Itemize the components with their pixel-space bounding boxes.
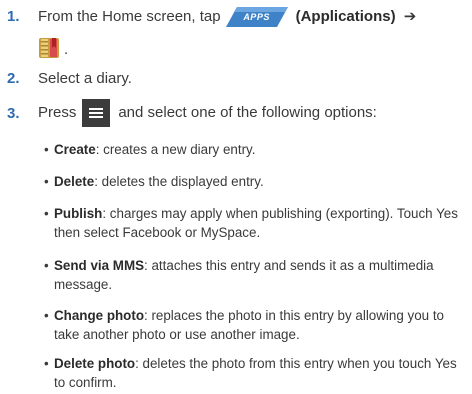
step-1: 1. From the Home screen, tap APPS (Appli…: [0, 4, 472, 58]
option-label: Delete photo: [54, 356, 136, 371]
applications-label: (Applications): [295, 7, 396, 25]
step-3-intro: Press: [38, 104, 77, 121]
bullet-glyph: •: [44, 142, 49, 157]
step-number: 2.: [7, 70, 20, 87]
bullet-glyph: •: [44, 206, 49, 221]
diary-app-icon: [38, 36, 62, 66]
option-description: : deletes the displayed entry.: [94, 174, 264, 189]
option-item: • Change photo: replaces the photo in th…: [44, 306, 464, 344]
bullet-glyph: •: [44, 174, 49, 189]
bullet-glyph: •: [44, 258, 49, 273]
option-item: • Delete photo: deletes the photo from t…: [44, 354, 464, 392]
arrow-glyph: ➔: [403, 7, 417, 25]
step-number: 1.: [7, 8, 20, 25]
option-description: : charges may apply when publishing (exp…: [54, 206, 458, 240]
step-1-intro: From the Home screen, tap: [38, 7, 221, 25]
step-2: 2. Select a diary.: [0, 66, 472, 90]
step-text: Select a diary.: [38, 70, 132, 87]
option-item: • Create: creates a new diary entry.: [44, 140, 464, 159]
step-text: From the Home screen, tap APPS (Applicat…: [38, 6, 416, 28]
option-label: Delete: [54, 174, 95, 189]
menu-key-icon: [82, 99, 111, 128]
option-item: • Delete: deletes the displayed entry.: [44, 172, 464, 191]
step-3-rest: and select one of the following options:: [118, 104, 377, 121]
step-3: 3. Press and select one of the following…: [0, 96, 472, 130]
step-text: Press and select one of the following op…: [38, 96, 377, 130]
option-label: Publish: [54, 206, 103, 221]
apps-button-label: APPS: [243, 12, 270, 22]
option-label: Create: [54, 142, 96, 157]
apps-button-icon: APPS: [225, 6, 289, 28]
bullet-glyph: •: [44, 308, 49, 323]
step-1-period: .: [64, 41, 69, 58]
option-label: Send via MMS: [54, 258, 145, 273]
option-item: • Send via MMS: attaches this entry and …: [44, 256, 464, 294]
option-label: Change photo: [54, 308, 145, 323]
step-number: 3.: [7, 105, 20, 122]
option-item: • Publish: charges may apply when publis…: [44, 204, 464, 242]
option-description: : creates a new diary entry.: [95, 142, 256, 157]
bullet-glyph: •: [44, 356, 49, 371]
